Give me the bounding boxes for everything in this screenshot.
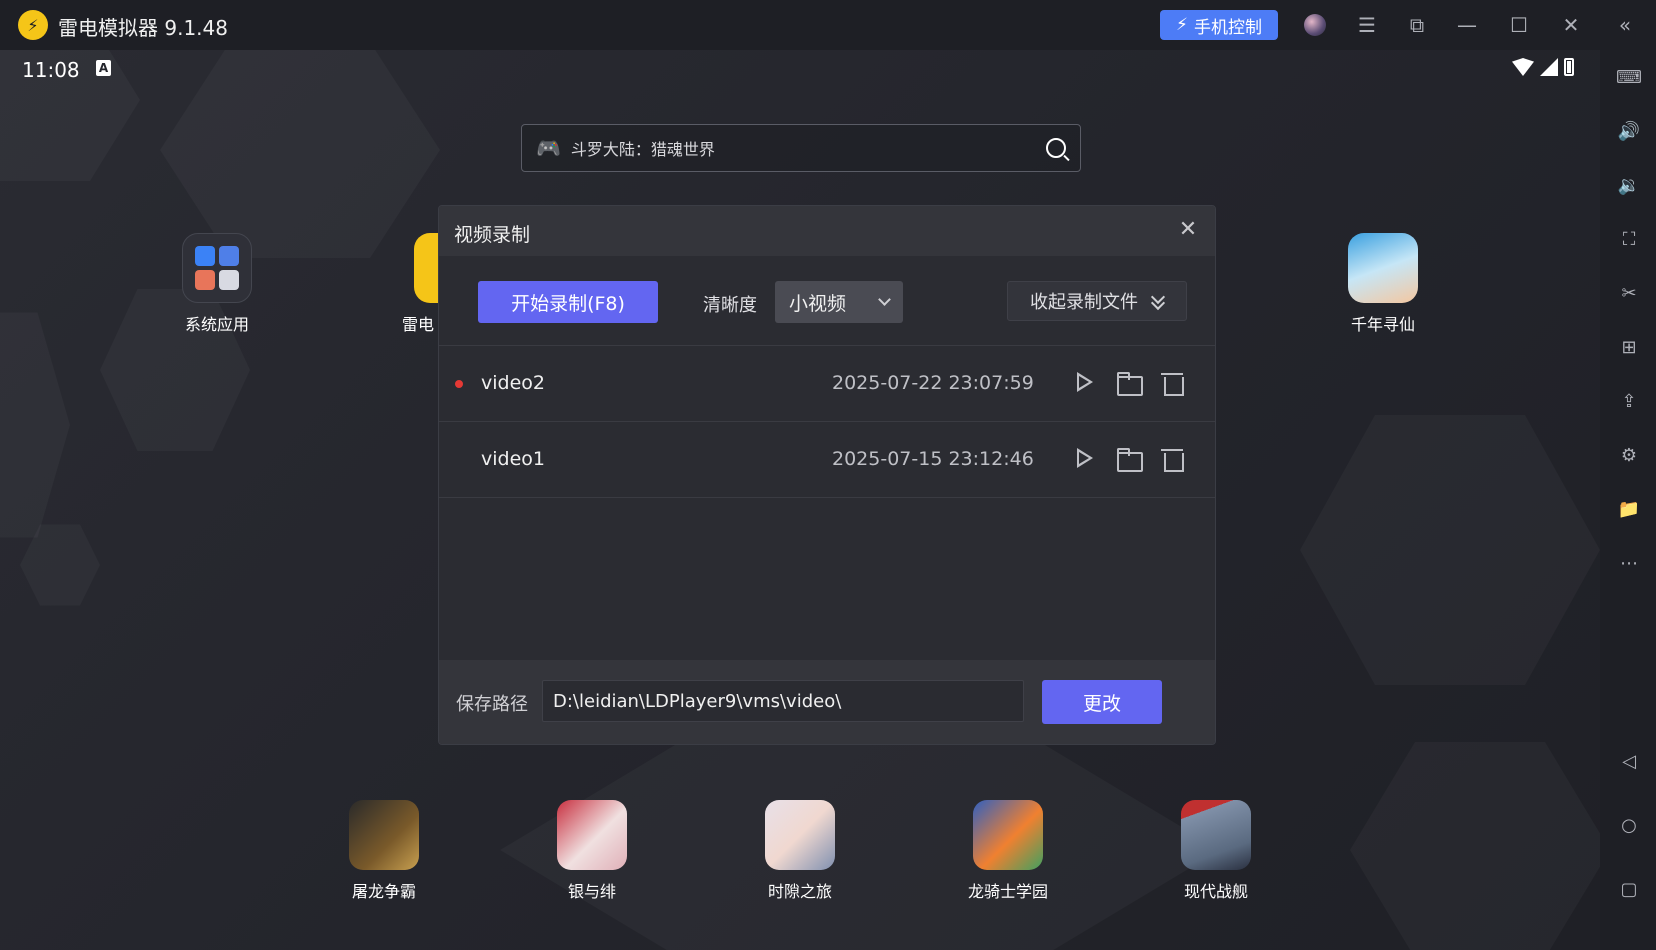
bg-hex [0,313,70,538]
play-icon[interactable] [1073,370,1097,396]
recording-name: video2 [481,372,545,394]
scissors-icon[interactable]: ✂ [1618,282,1640,304]
app-label: 银与绯 [567,882,616,901]
desktop-app-leidian[interactable]: 雷电 [382,233,442,335]
save-path-input[interactable]: D:\leidian\LDPlayer9\vms\video\ [542,680,1024,722]
avatar[interactable] [1304,14,1326,36]
video-record-dialog: 视频录制 ✕ 开始录制(F8) 清晰度 小视频 收起录制文件 video2 20… [438,205,1216,745]
yinyufei-app-icon [557,800,627,870]
shixi-app-icon [765,800,835,870]
volume-up-icon[interactable]: 🔊 [1618,120,1640,142]
dialog-header: 视频录制 ✕ [439,206,1215,256]
menu-icon[interactable]: ☰ [1354,12,1380,38]
signal-icon [1540,58,1558,76]
collapse-sidebar-icon[interactable]: « [1612,12,1638,38]
collapse-label: 收起录制文件 [1030,292,1138,313]
app-label: 千年寻仙 [1350,315,1415,334]
quality-label: 清晰度 [703,295,757,316]
tulong-app-icon [349,800,419,870]
play-icon[interactable] [1073,446,1097,472]
settings-gear-icon[interactable]: ⚙ [1618,444,1640,466]
folder-icon[interactable]: 📁 [1618,498,1640,520]
search-bar[interactable]: 🎮 斗罗大陆：猎魂世界 [521,124,1081,172]
dock-app[interactable]: 时隙之旅 [745,800,855,902]
gamepad-icon: 🎮 [536,136,561,160]
status-indicators [1512,58,1574,76]
phone-control-label: 手机控制 [1193,17,1262,38]
quality-value: 小视频 [789,292,847,315]
bg-hex [1350,742,1600,950]
dialog-toolbar: 开始录制(F8) 清晰度 小视频 收起录制文件 [439,256,1215,346]
recording-row[interactable]: video1 2025-07-15 23:12:46 [439,422,1215,498]
dock-app[interactable]: 龙骑士学园 [953,800,1063,902]
app-label: 时隙之旅 [767,882,832,901]
more-icon[interactable]: ⋯ [1618,552,1640,574]
app-label: 屠龙争霸 [351,882,416,901]
add-window-icon[interactable]: ⊞ [1618,336,1640,358]
system-apps-icon [182,233,252,303]
app-label: 现代战舰 [1183,882,1248,901]
right-sidebar: ⌨ 🔊 🔉 ⛶ ✂ ⊞ ⇪ ⚙ 📁 ⋯ ◁ ○ ▢ [1600,50,1656,950]
dialog-close-icon[interactable]: ✕ [1177,217,1199,242]
qiannian-app-icon [1348,233,1418,303]
app-logo-icon: ⚡ [18,10,48,40]
open-folder-icon[interactable] [1117,370,1143,396]
phone-control-button[interactable]: ⚡ 手机控制 [1160,10,1278,40]
double-chevron-down-icon [1152,294,1164,308]
dialog-footer: 保存路径 D:\leidian\LDPlayer9\vms\video\ 更改 [439,660,1215,744]
battery-icon [1564,58,1574,76]
open-folder-icon[interactable] [1117,446,1143,472]
app-label: 雷电 [402,315,435,334]
collapse-files-button[interactable]: 收起录制文件 [1007,281,1187,321]
delete-icon[interactable] [1161,446,1185,472]
recents-icon[interactable]: ▢ [1618,878,1640,900]
keyboard-icon[interactable]: ⌨ [1616,66,1642,88]
save-path-label: 保存路径 [456,694,528,715]
volume-down-icon[interactable]: 🔉 [1618,174,1640,196]
fullscreen-icon[interactable]: ⛶ [1618,228,1640,250]
delete-icon[interactable] [1161,370,1185,396]
status-time: 11:08 [22,58,80,82]
recording-row[interactable]: video2 2025-07-22 23:07:59 [439,346,1215,422]
maximize-icon[interactable]: ☐ [1506,12,1532,38]
chevron-down-icon [878,293,891,306]
dock-app[interactable]: 屠龙争霸 [329,800,439,902]
app-label: 系统应用 [184,315,249,334]
wifi-icon [1512,58,1534,76]
search-text: 斗罗大陆：猎魂世界 [570,140,715,159]
bg-hex [1300,415,1600,685]
home-icon[interactable]: ○ [1618,814,1640,836]
desktop-app-qiannian[interactable]: 千年寻仙 [1328,233,1438,335]
start-record-button[interactable]: 开始录制(F8) [478,281,658,323]
dialog-title: 视频录制 [454,224,531,246]
recording-name: video1 [481,448,545,470]
longqishi-app-icon [973,800,1043,870]
recording-time: 2025-07-22 23:07:59 [832,372,1034,394]
quality-select[interactable]: 小视频 [775,281,903,323]
new-recording-dot [455,380,463,388]
lightning-icon: ⚡ [1176,15,1188,35]
app-label: 龙骑士学园 [967,882,1048,901]
close-icon[interactable]: ✕ [1558,12,1584,38]
minimize-icon[interactable]: — [1454,12,1480,38]
desktop-app-system[interactable]: 系统应用 [162,233,272,335]
back-icon[interactable]: ◁ [1618,750,1640,772]
apk-install-icon[interactable]: ⇪ [1618,390,1640,412]
change-path-button[interactable]: 更改 [1042,680,1162,724]
title-bar: ⚡ 雷电模拟器 9.1.48 ⚡ 手机控制 ☰ ⧉ — ☐ ✕ « [0,0,1656,50]
status-badge: A [96,60,111,76]
restore-window-icon[interactable]: ⧉ [1404,12,1430,38]
app-title: 雷电模拟器 9.1.48 [58,16,228,40]
dock-app[interactable]: 银与绯 [537,800,647,902]
search-icon[interactable] [1046,138,1066,158]
dock-app[interactable]: 现代战舰 [1161,800,1271,902]
xiandai-app-icon [1181,800,1251,870]
recording-time: 2025-07-15 23:12:46 [832,448,1034,470]
